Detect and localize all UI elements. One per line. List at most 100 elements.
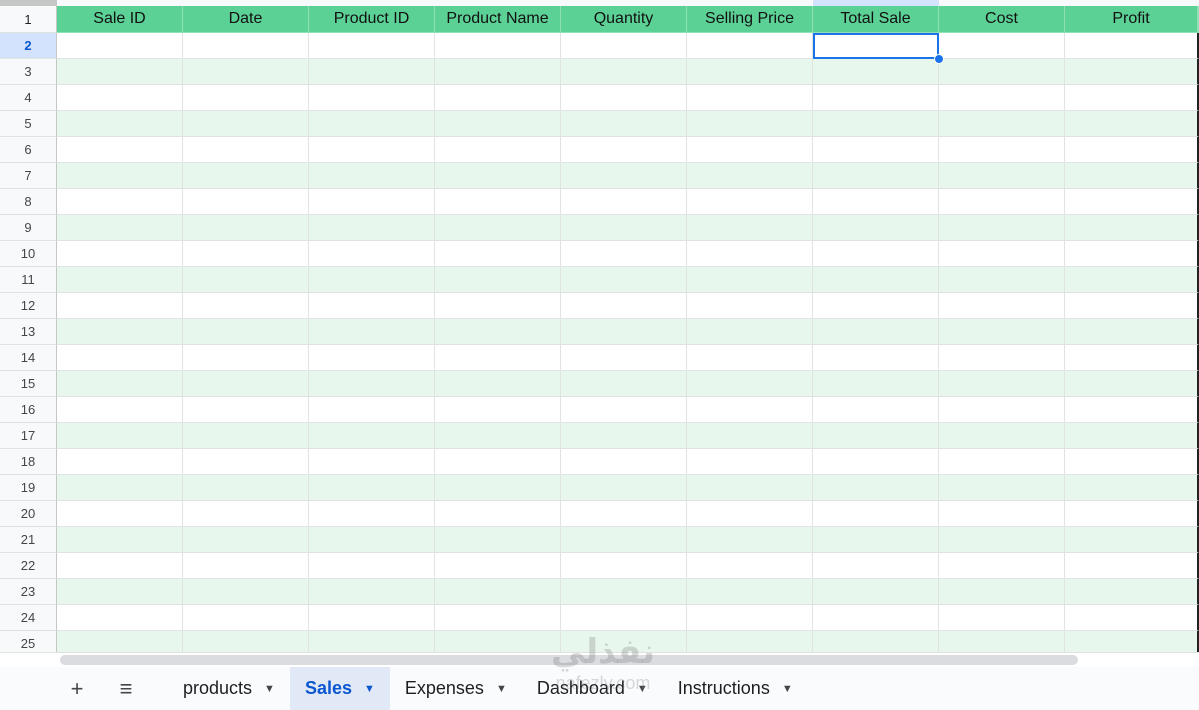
grid-cell[interactable] — [813, 423, 939, 449]
row-number[interactable]: 23 — [0, 579, 57, 605]
grid-cell[interactable] — [183, 449, 309, 475]
row-number[interactable]: 6 — [0, 137, 57, 163]
grid-cell[interactable] — [435, 449, 561, 475]
grid-cell[interactable] — [1065, 241, 1199, 267]
grid-cell[interactable] — [435, 475, 561, 501]
grid-cell[interactable] — [435, 137, 561, 163]
grid-cell[interactable] — [1065, 111, 1199, 137]
grid-cell[interactable] — [687, 215, 813, 241]
column-header-cell[interactable]: Cost — [939, 6, 1065, 33]
grid-cell[interactable] — [183, 371, 309, 397]
grid-cell[interactable] — [687, 189, 813, 215]
grid-cell[interactable] — [435, 579, 561, 605]
grid-cell[interactable] — [435, 553, 561, 579]
grid-cell[interactable] — [813, 189, 939, 215]
grid-cell[interactable] — [309, 501, 435, 527]
grid-cell[interactable] — [1065, 475, 1199, 501]
grid-cell[interactable] — [939, 527, 1065, 553]
grid-cell[interactable] — [561, 475, 687, 501]
grid-cell[interactable] — [687, 137, 813, 163]
grid-cell[interactable] — [687, 605, 813, 631]
column-header-cell[interactable]: Quantity — [561, 6, 687, 33]
grid-cell[interactable] — [435, 241, 561, 267]
grid-cell[interactable] — [939, 137, 1065, 163]
grid-cell[interactable] — [687, 527, 813, 553]
sheet-tab-dashboard[interactable]: Dashboard ▼ — [522, 667, 663, 710]
column-header-cell[interactable]: Total Sale — [813, 6, 939, 33]
grid-cell[interactable] — [309, 631, 435, 652]
grid-cell[interactable] — [687, 163, 813, 189]
grid-cell[interactable] — [561, 33, 687, 59]
grid-cell[interactable] — [813, 111, 939, 137]
row-number[interactable]: 21 — [0, 527, 57, 553]
grid-cell[interactable] — [183, 33, 309, 59]
grid-cell[interactable] — [939, 553, 1065, 579]
grid-cell[interactable] — [435, 189, 561, 215]
grid-cell[interactable] — [183, 423, 309, 449]
grid-cell[interactable] — [939, 631, 1065, 652]
row-number[interactable]: 3 — [0, 59, 57, 85]
grid-cell[interactable] — [57, 215, 183, 241]
grid-cell[interactable] — [939, 501, 1065, 527]
row-number[interactable]: 15 — [0, 371, 57, 397]
row-number[interactable]: 4 — [0, 85, 57, 111]
grid-cell[interactable] — [939, 397, 1065, 423]
grid-cell[interactable] — [309, 293, 435, 319]
grid-cell[interactable] — [309, 423, 435, 449]
grid-cell[interactable] — [813, 85, 939, 111]
grid-cell[interactable] — [309, 267, 435, 293]
column-header-cell[interactable]: Profit — [1065, 6, 1199, 33]
grid-cell[interactable] — [939, 215, 1065, 241]
grid-cell[interactable] — [813, 397, 939, 423]
grid-cell[interactable] — [687, 553, 813, 579]
grid-cell[interactable] — [1065, 189, 1199, 215]
grid-cell[interactable] — [1065, 345, 1199, 371]
sheet-tab-products[interactable]: products ▼ — [168, 667, 290, 710]
grid-cell[interactable] — [813, 59, 939, 85]
row-number[interactable]: 8 — [0, 189, 57, 215]
grid-cell[interactable] — [57, 475, 183, 501]
grid-cell[interactable] — [183, 631, 309, 652]
row-number[interactable]: 25 — [0, 631, 57, 652]
grid-cell[interactable] — [813, 449, 939, 475]
grid-cell[interactable] — [1065, 85, 1199, 111]
grid-cell[interactable] — [183, 345, 309, 371]
grid-cell[interactable] — [57, 553, 183, 579]
row-number[interactable]: 16 — [0, 397, 57, 423]
grid-cell[interactable] — [1065, 553, 1199, 579]
grid-cell[interactable] — [309, 163, 435, 189]
grid-cell[interactable] — [813, 293, 939, 319]
grid-cell[interactable] — [309, 33, 435, 59]
grid-cell[interactable] — [183, 527, 309, 553]
grid-cell[interactable] — [57, 241, 183, 267]
grid-cell[interactable] — [561, 397, 687, 423]
grid-cell[interactable] — [183, 241, 309, 267]
grid-cell[interactable] — [561, 631, 687, 652]
grid-cell[interactable] — [309, 319, 435, 345]
grid-cell[interactable] — [687, 501, 813, 527]
grid-cell[interactable] — [687, 111, 813, 137]
grid-cell[interactable] — [1065, 319, 1199, 345]
grid-cell[interactable] — [813, 215, 939, 241]
sheet-grid[interactable]: 1 Sale ID Date Product ID Product Name Quanti… — [0, 0, 1199, 652]
grid-cell[interactable] — [687, 449, 813, 475]
grid-cell[interactable] — [435, 605, 561, 631]
grid-cell[interactable] — [939, 449, 1065, 475]
grid-cell[interactable] — [309, 579, 435, 605]
grid-cell[interactable] — [687, 293, 813, 319]
grid-cell[interactable] — [813, 33, 939, 59]
grid-cell[interactable] — [561, 137, 687, 163]
grid-cell[interactable] — [183, 475, 309, 501]
grid-cell[interactable] — [939, 33, 1065, 59]
grid-cell[interactable] — [687, 475, 813, 501]
grid-cell[interactable] — [435, 215, 561, 241]
grid-cell[interactable] — [1065, 423, 1199, 449]
grid-cell[interactable] — [57, 59, 183, 85]
grid-cell[interactable] — [939, 85, 1065, 111]
row-number[interactable]: 18 — [0, 449, 57, 475]
row-number[interactable]: 24 — [0, 605, 57, 631]
grid-cell[interactable] — [687, 85, 813, 111]
grid-cell[interactable] — [813, 475, 939, 501]
grid-cell[interactable] — [435, 163, 561, 189]
grid-cell[interactable] — [813, 163, 939, 189]
